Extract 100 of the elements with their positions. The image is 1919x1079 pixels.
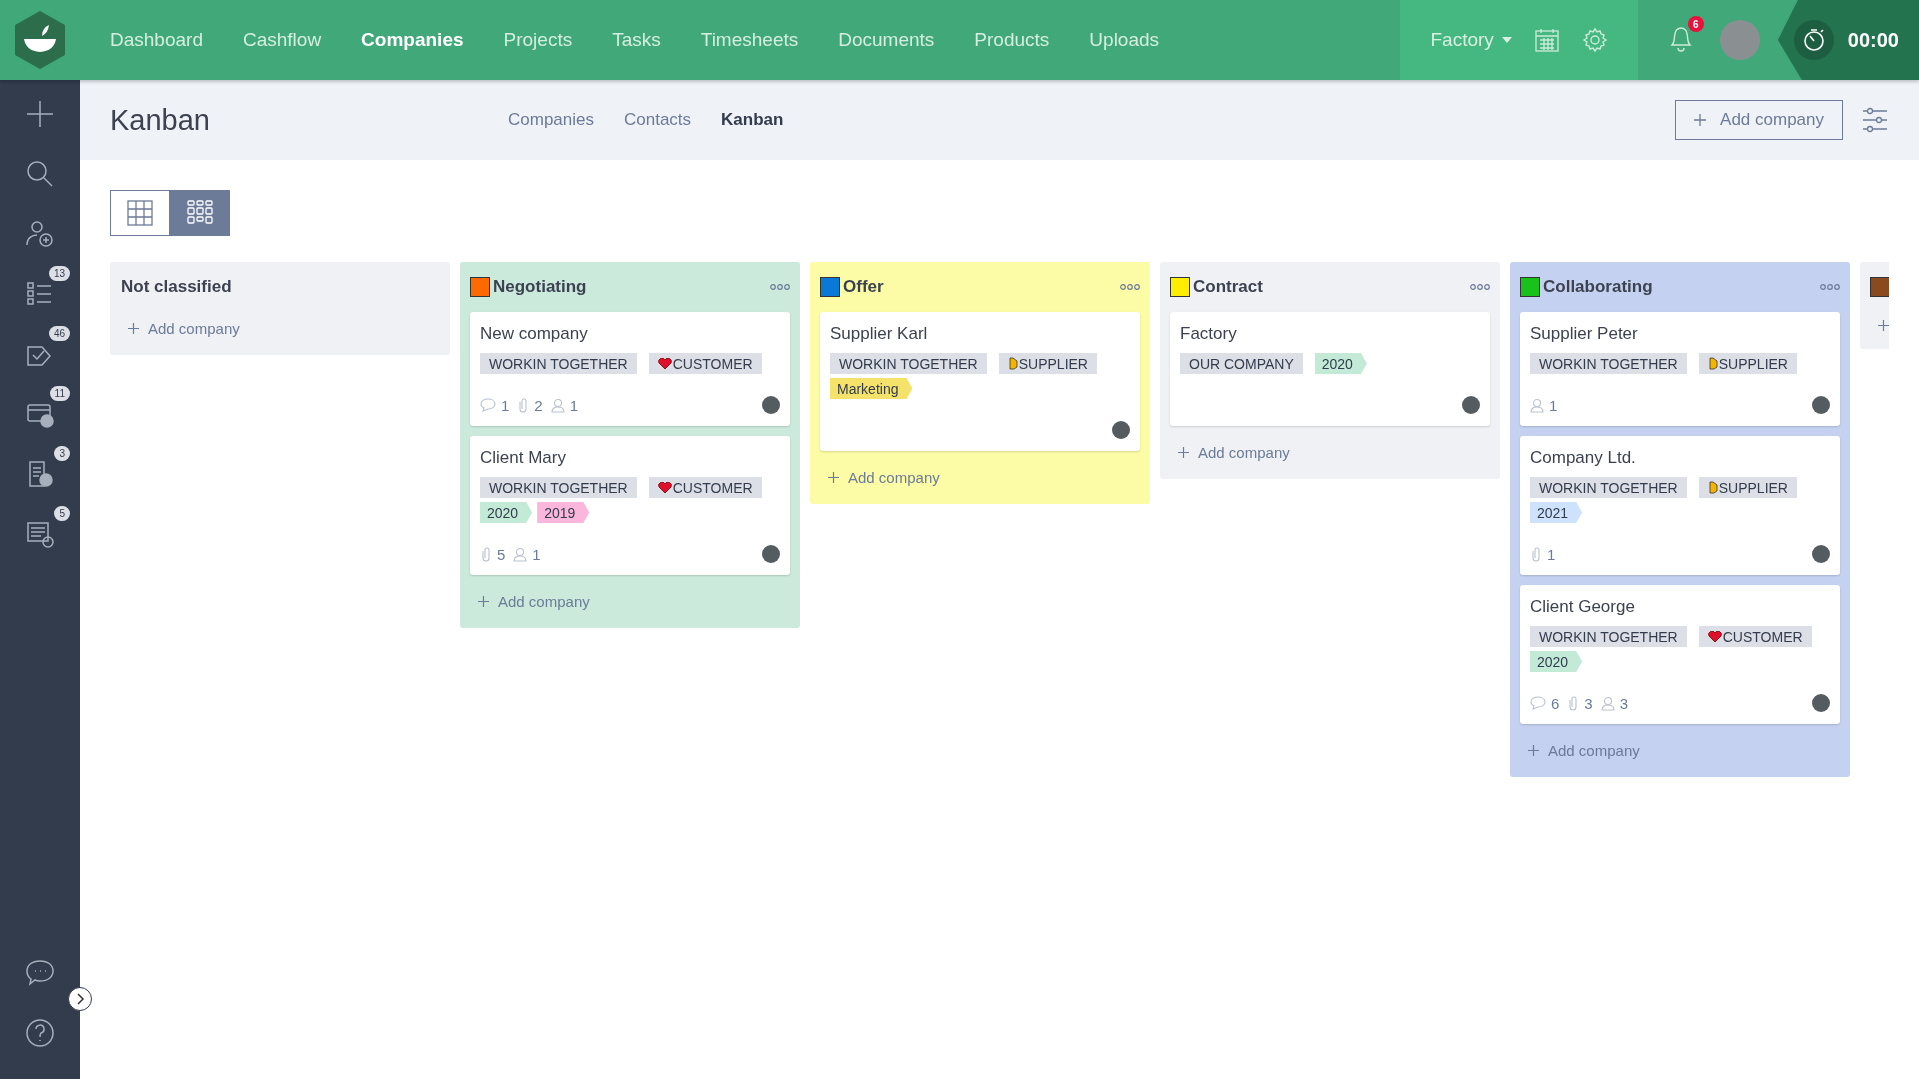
nav-link[interactable]: Tasks: [612, 29, 661, 51]
add-contact-icon[interactable]: [24, 218, 56, 250]
kanban-grid-icon: [186, 199, 214, 227]
plus-icon: [828, 472, 839, 483]
filter-sliders-icon[interactable]: [1861, 107, 1889, 133]
label-tag: CUSTOMER: [648, 353, 762, 374]
count-badge: 11: [49, 386, 70, 401]
company-name: Client George: [1530, 597, 1636, 617]
add-company-button[interactable]: Add company: [1675, 100, 1843, 140]
hand-icon: [1007, 357, 1018, 370]
add-company-link[interactable]: Add company: [1170, 436, 1490, 465]
count-text: 2: [534, 396, 543, 414]
assignee-avatar: [1812, 694, 1830, 712]
notification-bell-icon[interactable]: [1667, 24, 1694, 52]
label-tag: WORKIN TOGETHER: [1530, 477, 1687, 498]
more-options-icon[interactable]: [770, 283, 790, 291]
company-card[interactable]: Factory OUR COMPANY 2020: [1170, 312, 1490, 426]
label-tag: WORKIN TOGETHER: [830, 353, 987, 374]
hand-icon: [1707, 357, 1718, 370]
nav-link[interactable]: Cashflow: [242, 29, 322, 51]
table-view-button[interactable]: [110, 190, 170, 236]
page-title: Kanban: [110, 103, 211, 137]
label-tag: CUSTOMER: [1698, 626, 1812, 647]
paperclip-icon: [517, 397, 530, 413]
count-text: 1: [501, 396, 510, 414]
person-icon: [550, 397, 565, 413]
count-badge: 13: [48, 266, 70, 281]
sub-tab[interactable]: Contacts: [624, 110, 692, 130]
nav-link[interactable]: Uploads: [1089, 29, 1160, 51]
company-card[interactable]: Client Mary WORKIN TOGETHER CUSTOMER 2020 2019 5 1: [470, 436, 790, 575]
workspace-dropdown[interactable]: Factory: [1430, 29, 1512, 51]
paperclip-icon: [1567, 695, 1580, 711]
plus-icon[interactable]: [24, 98, 56, 130]
count-text: 3: [1584, 694, 1593, 712]
nav-link[interactable]: Companies: [361, 29, 464, 51]
sub-tab[interactable]: Kanban: [721, 110, 784, 130]
notification-count: 6: [1687, 16, 1704, 32]
help-icon[interactable]: [24, 1017, 56, 1049]
more-options-icon[interactable]: [1470, 283, 1490, 291]
label-tag: SUPPLIER: [1698, 477, 1797, 498]
company-card[interactable]: New company WORKIN TOGETHER CUSTOMER 1 2 1: [470, 312, 790, 426]
more-options-icon[interactable]: [1820, 283, 1840, 291]
plus-icon: [1178, 447, 1189, 458]
comment-icon: [480, 398, 496, 412]
assignee-avatar: [1812, 545, 1830, 563]
sub-tab[interactable]: Companies: [508, 110, 594, 130]
count-badge: 3: [54, 446, 70, 461]
add-company-link[interactable]: Add company: [470, 585, 790, 614]
company-name: Supplier Peter: [1530, 324, 1639, 344]
column-title: Not classified: [121, 277, 232, 297]
column-title: Collaborating: [1543, 277, 1653, 297]
nav-link[interactable]: Dashboard: [110, 29, 203, 51]
flag-tag: 2020: [1314, 353, 1367, 374]
plus-icon: [478, 596, 489, 607]
add-company-link[interactable]: Add company: [1520, 734, 1840, 763]
timer-display: 00:00: [1847, 28, 1899, 52]
company-name: Supplier Karl: [830, 324, 929, 344]
expand-sidebar-button[interactable]: [68, 987, 92, 1011]
company-name: Client Mary: [480, 448, 567, 468]
table-grid-icon: [126, 199, 154, 227]
label-tag: CUSTOMER: [648, 477, 762, 498]
heart-icon: [657, 481, 672, 494]
person-icon: [1530, 397, 1544, 413]
company-card[interactable]: Supplier Karl WORKIN TOGETHER SUPPLIER Marketing: [820, 312, 1140, 451]
nav-link[interactable]: Products: [974, 29, 1050, 51]
nav-link[interactable]: Documents: [838, 29, 935, 51]
assignee-avatar: [762, 396, 780, 414]
nav-link[interactable]: Projects: [503, 29, 573, 51]
caret-icon: [1501, 37, 1512, 43]
plus-icon: [128, 323, 139, 334]
add-company-link[interactable]: Add company: [820, 461, 1140, 490]
add-company-link[interactable]: Add company: [120, 312, 440, 341]
assignee-avatar: [1462, 396, 1480, 414]
label-tag: WORKIN TOGETHER: [1530, 353, 1687, 374]
kanban-view-button[interactable]: [170, 190, 230, 236]
plus-icon: [1528, 745, 1539, 756]
stopwatch-icon[interactable]: [1793, 20, 1834, 60]
count-badge: 46: [48, 326, 70, 341]
label-tag: WORKIN TOGETHER: [480, 477, 637, 498]
paperclip-icon: [1530, 546, 1542, 562]
count-text: 1: [1547, 545, 1556, 563]
company-card[interactable]: Supplier Peter WORKIN TOGETHER SUPPLIER 1: [1520, 312, 1840, 426]
flag-tag: 2020: [1530, 651, 1583, 672]
flag-tag: 2019: [537, 502, 590, 523]
flag-tag: Marketing: [830, 378, 913, 399]
label-tag: WORKIN TOGETHER: [480, 353, 637, 374]
person-icon: [513, 546, 528, 562]
more-options-icon[interactable]: [1120, 283, 1140, 291]
assignee-avatar: [762, 545, 780, 563]
count-text: 1: [569, 396, 579, 414]
hand-icon: [1707, 481, 1718, 494]
company-card[interactable]: Company Ltd. WORKIN TOGETHER SUPPLIER 2021 1: [1520, 436, 1840, 575]
count-text: 1: [532, 545, 541, 563]
company-card[interactable]: Client George WORKIN TOGETHER CUSTOMER 2020 6 3 3: [1520, 585, 1840, 724]
assignee-avatar: [1812, 396, 1830, 414]
company-name: New company: [480, 324, 589, 344]
column-title: Contract: [1193, 277, 1263, 297]
label-tag: SUPPLIER: [1698, 353, 1797, 374]
flag-tag: 2020: [480, 502, 533, 523]
nav-link[interactable]: Timesheets: [700, 29, 799, 51]
